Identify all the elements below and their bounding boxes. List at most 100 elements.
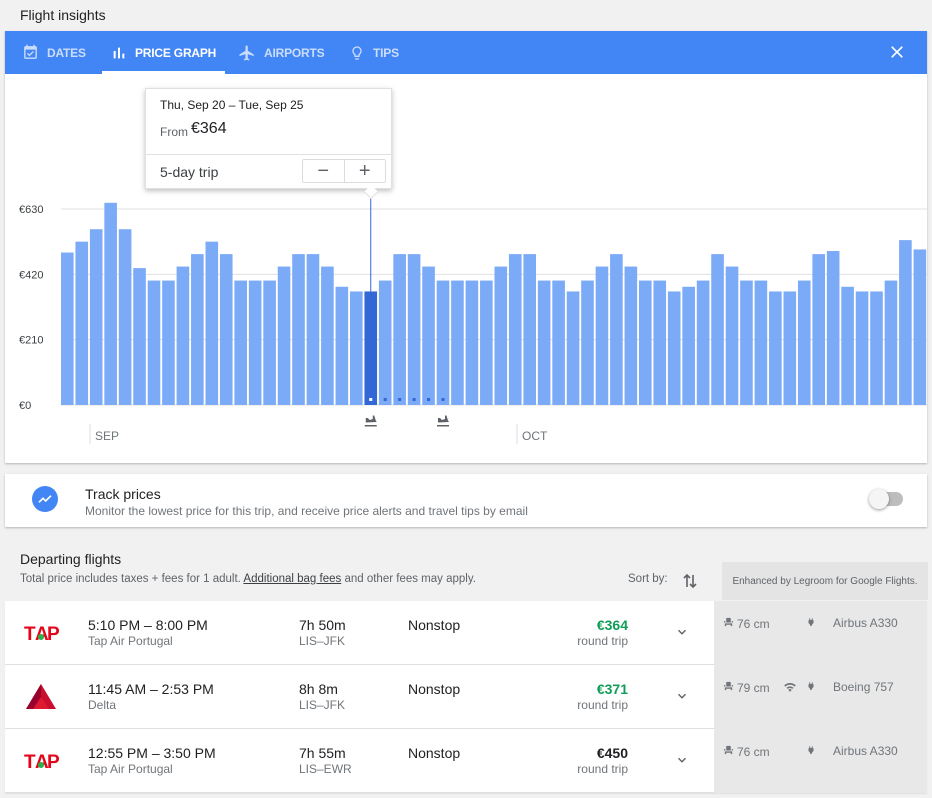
trip-type: round trip [577,698,628,712]
flight-route: LIS–EWR [299,762,352,776]
amenities-panel [714,665,927,729]
month-label: OCT [522,429,548,443]
aircraft-type: Airbus A330 [833,744,898,758]
track-prices-title: Track prices [85,486,161,502]
price-bar [682,286,695,405]
price-bar [508,254,522,405]
tab-tips[interactable]: TIPS [349,31,399,74]
price-bar [306,254,320,405]
sort-icon[interactable] [682,572,698,590]
price-bar [523,254,536,405]
price-bar [797,280,811,405]
legroom-value: 79 cm [737,680,770,695]
flight-stops: Nonstop [408,681,461,697]
price-bar [205,241,219,405]
trip-length-label: 5-day trip [160,164,219,180]
tab-price-graph[interactable]: PRICE GRAPH [102,31,226,74]
price-bar [219,254,233,405]
power-outlet-icon [806,680,819,692]
flight-row[interactable]: 11:45 AM – 2:53 PM Delta 8h 8m LIS–JFK Nonst… [5,665,927,729]
legroom-value: 76 cm [737,744,770,759]
price-bar [465,280,479,405]
price-bar [234,280,247,405]
amenities-panel [714,729,927,793]
price-bar [812,254,825,405]
toggle-knob [869,489,889,509]
sort-label: Sort by: [628,573,668,585]
increase-trip-button[interactable]: + [345,160,386,182]
price-bar [725,266,739,405]
flight-times: 12:55 PM – 3:50 PM [88,745,216,761]
flight-row[interactable]: TAP 12:55 PM – 3:50 PMTap Air Portugal 7h … [5,729,927,793]
price-bar [480,280,493,405]
seat-icon [723,680,737,695]
trip-day-dot [369,398,373,401]
trending-icon [32,486,58,512]
flight-stops: Nonstop [408,617,461,633]
price-bar [566,291,580,405]
seat-icon [723,744,737,759]
departing-flights-title: Departing flights [20,551,122,567]
price-bar [855,291,869,405]
lightbulb-icon [352,45,362,60]
amenities-panel [714,601,927,665]
flight-stops: Nonstop [408,745,461,761]
aircraft-type: Airbus A330 [833,616,898,630]
price-bar [436,280,450,405]
legroom-info: 76 cm [723,616,770,631]
price-bar [552,280,565,405]
price-bar [884,280,898,405]
price-bar [191,254,204,405]
flight-row[interactable]: TAP 5:10 PM – 8:00 PMTap Air Portugal 7h 5… [5,601,927,665]
legroom-info: 79 cm [723,680,770,695]
tab-price-graph-label: PRICE GRAPH [135,45,217,60]
track-prices-toggle[interactable] [869,489,903,509]
chevron-down-icon[interactable] [675,625,689,639]
price-bar [537,280,551,405]
departure-plane-icon [364,415,377,427]
popup-divider [146,154,391,155]
chevron-down-icon[interactable] [675,753,689,767]
flight-duration: 8h 8m [299,681,338,697]
price-bar [89,229,103,405]
price-bar [754,280,768,405]
power-outlet-icon [806,744,819,756]
delta-logo [23,683,59,711]
svg-text:P: P [47,752,59,773]
svg-text:P: P [47,624,59,645]
close-icon[interactable] [887,42,907,62]
price-bar [422,266,435,405]
price-bar [624,266,638,405]
tab-dates-label: DATES [47,45,86,60]
chevron-down-icon[interactable] [675,689,689,703]
price-bar [118,229,132,405]
flight-insights-card: DATES PRICE GRAPH AIRPORTS TIPS €630 €420… [5,31,927,463]
fees-note-suffix: and other fees may apply. [344,573,476,585]
price-bar [350,291,363,405]
price-bar [321,266,334,405]
trip-dates: Thu, Sep 20 – Tue, Sep 25 [160,98,304,112]
airline-name: Tap Air Portugal [88,762,173,776]
price-bar [277,266,291,405]
tap-logo: TAP [23,619,60,647]
decrease-trip-button[interactable]: − [303,160,345,182]
price-bar [653,280,667,405]
price-bar [162,280,175,405]
month-label: SEP [95,429,119,443]
price-bar [696,280,710,405]
price-bar [407,254,421,405]
from-label: From [160,125,188,139]
flight-duration: 7h 50m [299,617,346,633]
tab-dates[interactable]: DATES [22,31,86,74]
price-bar [263,280,276,405]
price-bar [378,280,392,405]
price-bar [61,252,74,405]
bag-fees-link[interactable]: Additional bag fees [243,573,341,585]
price-bar [667,291,681,405]
price-bar [841,286,854,405]
price-bar [913,249,927,405]
trip-type: round trip [577,634,628,648]
price-bar [133,268,146,405]
y-tick-label: €0 [19,400,31,412]
tab-airports[interactable]: AIRPORTS [238,31,325,74]
